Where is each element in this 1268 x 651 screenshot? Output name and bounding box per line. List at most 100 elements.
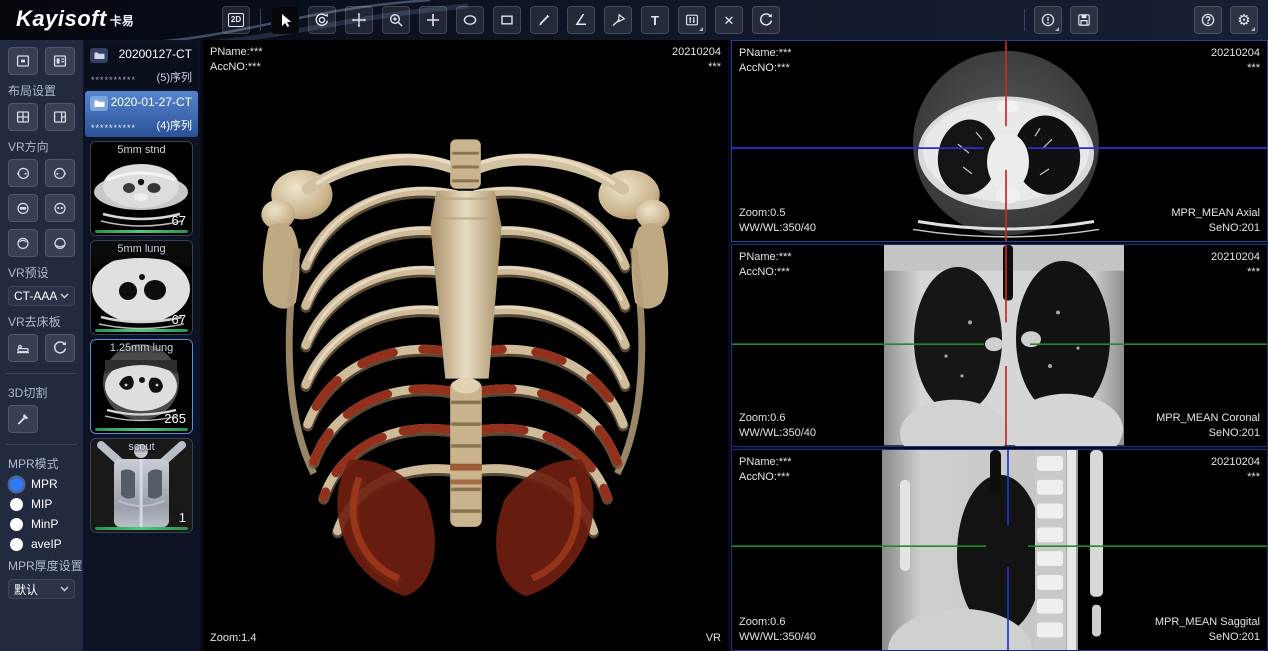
radio-label: aveIP <box>31 537 62 551</box>
app-logo: Kayisoft 卡易 <box>16 6 134 32</box>
report-icon <box>1040 12 1056 28</box>
logo-text-cn: 卡易 <box>110 12 134 29</box>
restore-bed-button[interactable] <box>45 334 75 362</box>
radio-icon <box>10 538 23 551</box>
gear-icon: ⚙ <box>1237 13 1250 28</box>
head-right-icon <box>52 165 68 181</box>
delete-annotation-button[interactable]: ✕ <box>715 6 743 34</box>
scalpel-cut-button[interactable] <box>8 405 38 433</box>
mpr-mode-radio-minp[interactable]: MinP <box>0 514 83 534</box>
vr-volume-render-image <box>203 40 728 651</box>
vr-preset-select[interactable]: CT-AAA <box>8 286 75 306</box>
rect-roi-button[interactable] <box>493 6 521 34</box>
cut-3d-label: 3D切割 <box>0 381 83 403</box>
folder-open-icon <box>90 96 108 111</box>
mpr-thickness-label: MPR厚度设置 <box>0 554 83 576</box>
vr-viewport[interactable]: PName:*** AccNO:*** 20210204 *** Zoom:1.… <box>200 40 731 651</box>
study-item-2-selected[interactable]: 2020-01-27-CT ********** (4)序列 <box>85 91 198 137</box>
rotate-3d-button[interactable] <box>308 6 336 34</box>
mpr-mode-radio-mpr[interactable]: MPR <box>0 474 83 494</box>
mpr-axial-viewport[interactable]: PName:***AccNO:*** 20210204*** Zoom:0.5W… <box>731 40 1268 242</box>
main-toolbar: 2D <box>222 6 780 34</box>
2d-view-button[interactable]: 2D <box>222 6 250 34</box>
help-button[interactable] <box>1194 6 1222 34</box>
help-icon <box>1200 12 1216 28</box>
arrow-annotate-icon <box>610 12 626 28</box>
cursor-icon <box>277 12 293 28</box>
thumb-progress-bar <box>95 527 188 530</box>
mpr-coronal-viewport[interactable]: PName:***AccNO:*** 20210204*** Zoom:0.6W… <box>731 244 1268 446</box>
right-toolbar: ⚙ <box>1023 6 1258 34</box>
toolbar-divider <box>260 9 261 31</box>
crosshair-tool-button[interactable] <box>419 6 447 34</box>
ellipse-roi-icon <box>462 12 478 28</box>
mpr-coronal-image <box>732 245 1267 445</box>
thumb-progress-bar <box>95 230 188 233</box>
reset-button[interactable] <box>752 6 780 34</box>
vr-head-back-button[interactable] <box>45 229 75 257</box>
ellipse-roi-button[interactable] <box>456 6 484 34</box>
radio-icon <box>10 498 23 511</box>
layout-current-button[interactable] <box>8 47 38 75</box>
series-thumb-5mm-lung[interactable]: 5mm lung 67 <box>90 240 193 335</box>
text-annotate-button[interactable]: T <box>641 6 669 34</box>
window-level-button[interactable] <box>678 6 706 34</box>
mpr-mode-radio-mip[interactable]: MIP <box>0 494 83 514</box>
study-series-count: (4)序列 <box>157 117 192 133</box>
restore-icon <box>52 340 68 356</box>
pan-tool-button[interactable] <box>345 6 373 34</box>
vr-head-left-button[interactable] <box>8 159 38 187</box>
radio-label: MPR <box>31 477 58 491</box>
layout-settings-label: 布局设置 <box>0 79 83 101</box>
mpr-mode-radio-aveip[interactable]: aveIP <box>0 534 83 554</box>
thumb-image-count: 67 <box>172 312 186 327</box>
thumb-image-count: 1 <box>179 510 186 525</box>
thumb-label: 5mm lung <box>91 243 192 255</box>
vr-head-front-down-button[interactable] <box>8 194 38 222</box>
mpr-mode-label: MPR模式 <box>0 452 83 474</box>
settings-button[interactable]: ⚙ <box>1230 6 1258 34</box>
angle-measure-button[interactable]: ∠ <box>567 6 595 34</box>
vr-head-front-button[interactable] <box>45 194 75 222</box>
vr-head-top-button[interactable] <box>8 229 38 257</box>
study-item-1[interactable]: 20200127-CT ********** (5)序列 <box>85 43 198 89</box>
series-thumb-scout[interactable]: scout 1 <box>90 438 193 533</box>
layout-preset-icon <box>52 53 68 69</box>
mpr-axial-image <box>732 41 1267 241</box>
reset-icon <box>758 12 774 28</box>
layout-split-right-button[interactable] <box>45 103 75 131</box>
series-panel: 20200127-CT ********** (5)序列 2020-01-27-… <box>83 40 200 651</box>
mpr-sagittal-viewport[interactable]: PName:***AccNO:*** 20210204*** Zoom:0.6W… <box>731 449 1268 651</box>
text-tool-icon: T <box>651 14 659 27</box>
mpr-thickness-select[interactable]: 默认 <box>8 579 75 599</box>
vr-head-right-button[interactable] <box>45 159 75 187</box>
remove-bed-button[interactable] <box>8 334 38 362</box>
study-patient-masked: ********** <box>91 123 136 133</box>
series-thumb-5mm-stnd[interactable]: 5mm stnd 67 <box>90 141 193 236</box>
head-top-icon <box>15 235 31 251</box>
head-front-icon <box>52 200 68 216</box>
radio-icon <box>10 518 23 531</box>
vr-preset-value: CT-AAA <box>14 289 57 303</box>
layout-grid-2x2-button[interactable] <box>8 103 38 131</box>
split-right-icon <box>52 109 68 125</box>
save-button[interactable] <box>1070 6 1098 34</box>
pencil-measure-button[interactable] <box>530 6 558 34</box>
bed-icon <box>15 340 31 356</box>
left-control-panel: 布局设置 VR方向 <box>0 40 83 651</box>
section-divider <box>6 444 77 445</box>
chevron-down-icon <box>60 586 69 592</box>
report-button[interactable] <box>1034 6 1062 34</box>
pencil-icon <box>536 12 552 28</box>
arrow-annotate-button[interactable] <box>604 6 632 34</box>
radio-label: MinP <box>31 517 58 531</box>
cursor-tool-button[interactable] <box>271 6 299 34</box>
study-series-count: (5)序列 <box>157 69 192 85</box>
logo-text: Kayisoft <box>16 6 107 32</box>
rect-roi-icon <box>499 12 515 28</box>
layout-preset-button[interactable] <box>45 47 75 75</box>
magnify-tool-button[interactable] <box>382 6 410 34</box>
series-thumb-125mm-lung[interactable]: 1.25mm lung 265 <box>90 339 193 434</box>
thumb-label: scout <box>91 441 192 453</box>
crosshair-icon <box>425 12 441 28</box>
